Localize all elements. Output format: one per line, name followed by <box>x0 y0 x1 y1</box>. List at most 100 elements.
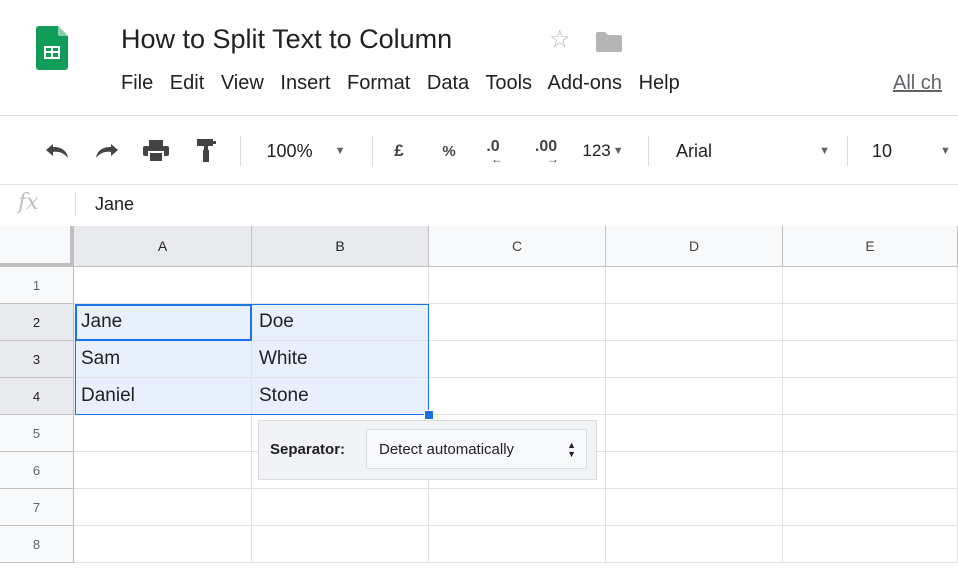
cell-e3[interactable] <box>783 341 958 378</box>
cell-c1[interactable] <box>429 267 606 304</box>
cell-e6[interactable] <box>783 452 958 489</box>
arrow-left-icon: ← <box>491 152 503 166</box>
caret-down-icon: ▼ <box>819 145 830 157</box>
more-formats-label: 123 <box>582 141 611 160</box>
cell-e8[interactable] <box>783 526 958 563</box>
menu-insert[interactable]: Insert <box>280 72 330 94</box>
select-all-corner[interactable] <box>0 226 74 267</box>
cell-c7[interactable] <box>429 489 606 526</box>
menu-addons[interactable]: Add-ons <box>548 72 623 94</box>
cell-b3[interactable]: White <box>252 341 429 378</box>
column-header-e[interactable]: E <box>783 226 958 267</box>
cell-c3[interactable] <box>429 341 606 378</box>
cell-b7[interactable] <box>252 489 429 526</box>
fill-handle[interactable] <box>424 410 434 420</box>
separator-popup: Separator: Detect automatically ▲ ▼ <box>258 420 597 480</box>
cell-d6[interactable] <box>606 452 783 489</box>
caret-down-icon: ▼ <box>334 145 346 157</box>
star-icon[interactable]: ☆ <box>549 28 571 52</box>
more-formats-button[interactable]: 123 ▼ <box>578 126 628 176</box>
separator-dropdown[interactable]: Detect automatically ▲ ▼ <box>366 429 587 469</box>
menu-bar: File Edit View Insert Format Data Tools … <box>121 72 942 102</box>
all-changes-link[interactable]: All ch <box>893 72 942 95</box>
arrow-right-icon: → <box>547 152 559 166</box>
folder-icon[interactable] <box>596 32 622 52</box>
row-header-5[interactable]: 5 <box>0 415 74 452</box>
menu-format[interactable]: Format <box>347 72 410 94</box>
row-header-8[interactable]: 8 <box>0 526 74 563</box>
cell-d4[interactable] <box>606 378 783 415</box>
cell-d8[interactable] <box>606 526 783 563</box>
column-header-b[interactable]: B <box>252 226 429 267</box>
increase-decimal-button[interactable]: .00 → <box>527 126 565 176</box>
undo-icon[interactable] <box>40 126 76 176</box>
formula-bar-divider <box>0 184 958 185</box>
header-divider <box>0 115 958 116</box>
column-header-d[interactable]: D <box>606 226 783 267</box>
print-icon[interactable] <box>138 126 174 176</box>
row-header-3[interactable]: 3 <box>0 341 74 378</box>
cell-a6[interactable] <box>74 452 252 489</box>
cell-d1[interactable] <box>606 267 783 304</box>
cell-b4[interactable]: Stone <box>252 378 429 415</box>
row-header-1[interactable]: 1 <box>0 267 74 304</box>
cell-b1[interactable] <box>252 267 429 304</box>
column-header-c[interactable]: C <box>429 226 606 267</box>
cell-a4[interactable]: Daniel <box>74 378 252 415</box>
cell-e5[interactable] <box>783 415 958 452</box>
toolbar-divider <box>847 136 848 166</box>
menu-view[interactable]: View <box>221 72 264 94</box>
menu-edit[interactable]: Edit <box>170 72 204 94</box>
percent-format-button[interactable]: % <box>438 126 460 176</box>
toolbar: 100% ▼ £ % .0 ← .00 → 123 ▼ Arial ▼ 10 ▼ <box>0 126 958 176</box>
redo-icon[interactable] <box>88 126 124 176</box>
cell-d7[interactable] <box>606 489 783 526</box>
cell-a7[interactable] <box>74 489 252 526</box>
cell-e4[interactable] <box>783 378 958 415</box>
cell-d5[interactable] <box>606 415 783 452</box>
cell-a3[interactable]: Sam <box>74 341 252 378</box>
sheets-logo-icon[interactable] <box>36 26 68 70</box>
cell-c8[interactable] <box>429 526 606 563</box>
column-header-a[interactable]: A <box>74 226 252 267</box>
separator-label: Separator: <box>270 441 346 458</box>
cell-b8[interactable] <box>252 526 429 563</box>
cell-d3[interactable] <box>606 341 783 378</box>
cell-a8[interactable] <box>74 526 252 563</box>
zoom-value: 100% <box>266 140 313 161</box>
cell-e2[interactable] <box>783 304 958 341</box>
currency-format-button[interactable]: £ <box>388 126 410 176</box>
menu-file[interactable]: File <box>121 72 153 94</box>
font-size-select[interactable]: 10 ▼ <box>862 126 958 176</box>
font-family-select[interactable]: Arial ▼ <box>664 126 834 176</box>
font-size-value: 10 <box>872 140 893 161</box>
cell-a5[interactable] <box>74 415 252 452</box>
font-family-value: Arial <box>676 140 713 161</box>
formula-bar-separator <box>75 192 76 216</box>
document-title[interactable]: How to Split Text to Column <box>121 24 452 55</box>
paint-format-icon[interactable] <box>188 126 224 176</box>
cell-d2[interactable] <box>606 304 783 341</box>
menu-tools[interactable]: Tools <box>485 72 532 94</box>
cell-e7[interactable] <box>783 489 958 526</box>
row-header-2[interactable]: 2 <box>0 304 74 341</box>
up-down-arrows-icon: ▲ ▼ <box>567 440 576 459</box>
cell-a1[interactable] <box>74 267 252 304</box>
decrease-decimal-button[interactable]: .0 ← <box>478 126 508 176</box>
formula-input[interactable]: Jane <box>95 194 134 215</box>
row-header-6[interactable]: 6 <box>0 452 74 489</box>
caret-down-icon: ▼ <box>612 145 624 157</box>
toolbar-divider <box>648 136 649 166</box>
cell-e1[interactable] <box>783 267 958 304</box>
cell-b2[interactable]: Doe <box>252 304 429 341</box>
caret-down-icon: ▼ <box>940 145 951 157</box>
row-header-7[interactable]: 7 <box>0 489 74 526</box>
cell-a2[interactable]: Jane <box>74 304 252 341</box>
zoom-select[interactable]: 100% ▼ <box>256 126 356 176</box>
menu-help[interactable]: Help <box>639 72 680 94</box>
row-header-4[interactable]: 4 <box>0 378 74 415</box>
cell-c4[interactable] <box>429 378 606 415</box>
toolbar-divider <box>240 136 241 166</box>
cell-c2[interactable] <box>429 304 606 341</box>
menu-data[interactable]: Data <box>427 72 469 94</box>
